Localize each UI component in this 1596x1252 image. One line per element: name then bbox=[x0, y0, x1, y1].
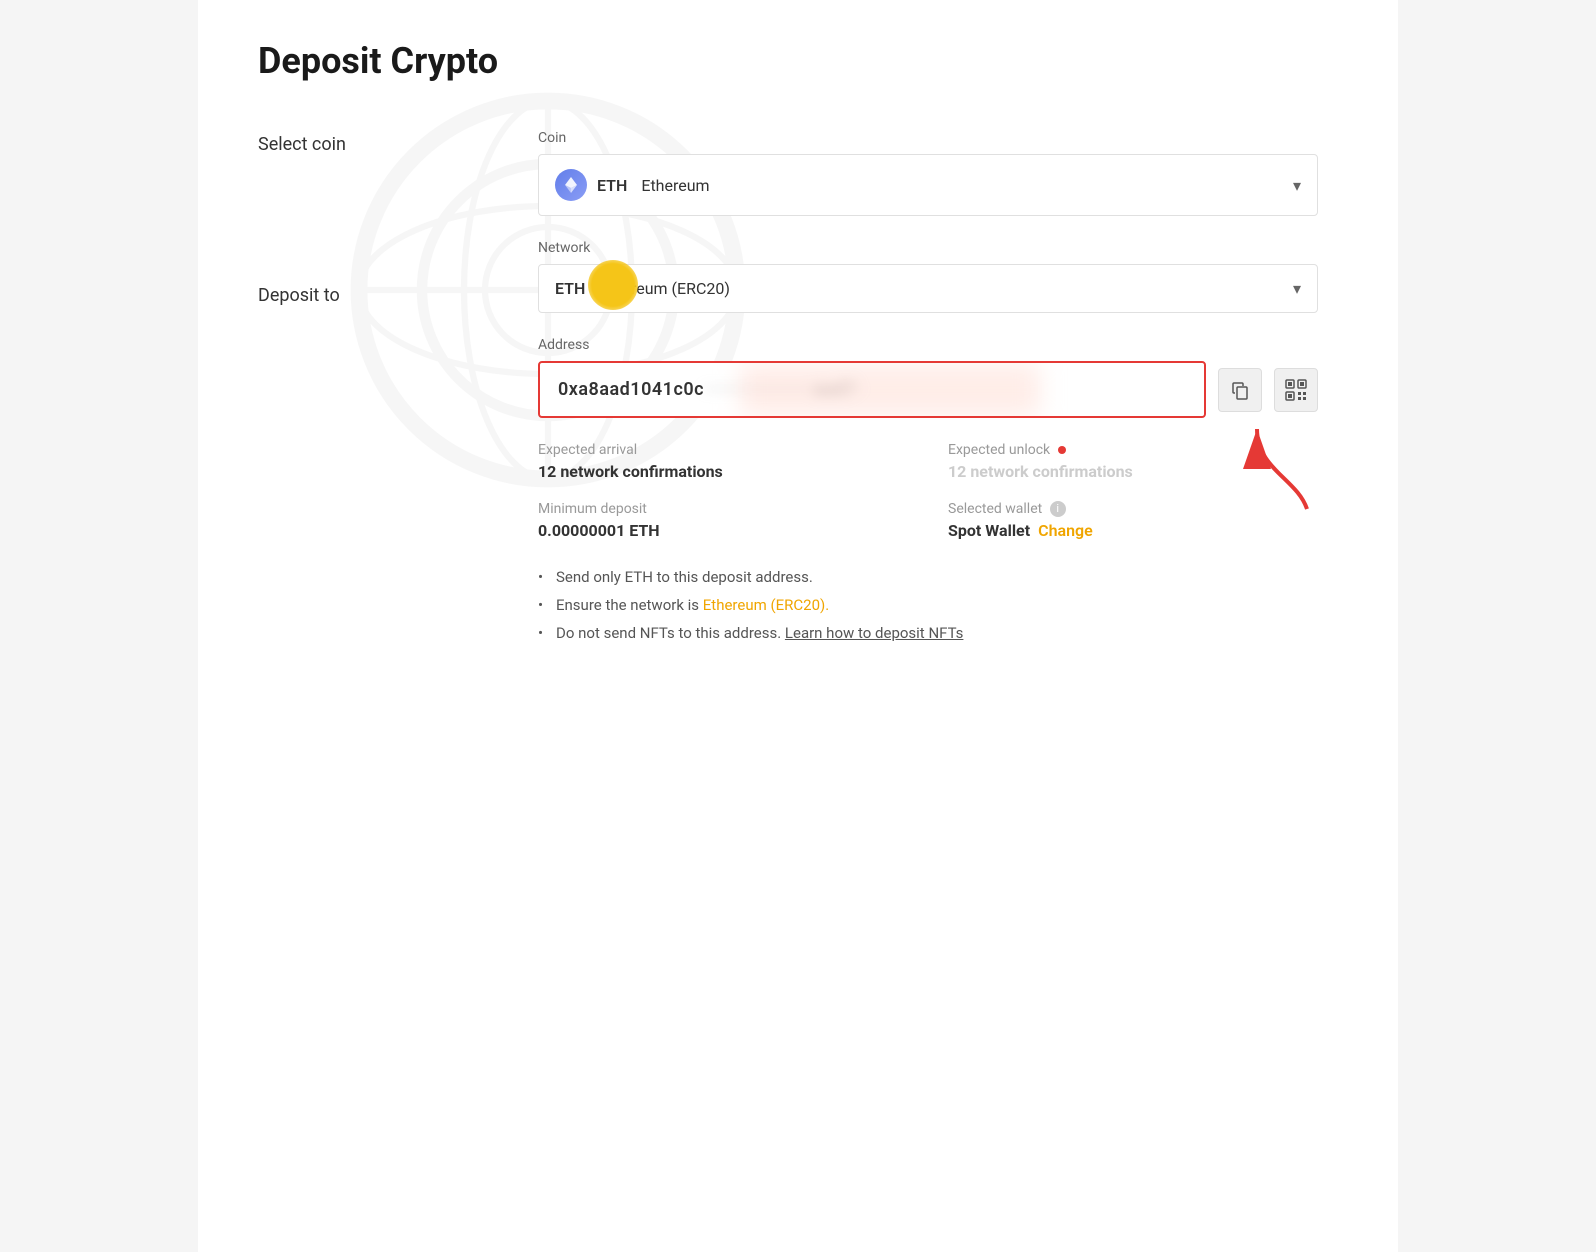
wallet-value: Spot Wallet bbox=[948, 521, 1030, 540]
copy-button[interactable] bbox=[1218, 368, 1262, 412]
deposit-to-label: Deposit to bbox=[258, 285, 538, 306]
coin-select-wrapper: ETH Ethereum ▾ bbox=[538, 154, 1318, 216]
network-select-left: ETH Ethereum (ERC20) bbox=[555, 279, 730, 298]
expected-arrival-value: 12 network confirmations bbox=[538, 462, 908, 481]
notes-list: Send only ETH to this deposit address. E… bbox=[538, 568, 1318, 642]
coin-select-left: ETH Ethereum bbox=[555, 169, 710, 201]
info-grid: Expected arrival 12 network confirmation… bbox=[538, 442, 1318, 540]
expected-arrival-item: Expected arrival 12 network confirmation… bbox=[538, 442, 908, 481]
page-title: Deposit Crypto bbox=[258, 40, 1338, 82]
minimum-deposit-label: Minimum deposit bbox=[538, 501, 908, 517]
network-chevron-icon: ▾ bbox=[1293, 279, 1301, 298]
change-wallet-link[interactable]: Change bbox=[1038, 521, 1093, 540]
network-field-group: Network ETH Ethereum (ERC20) ▾ bbox=[538, 240, 1318, 313]
address-box: 0xa8aad1041c0c···················aad7· bbox=[538, 361, 1206, 418]
coin-field-group: Coin ETH Ethereum bbox=[538, 130, 1318, 216]
minimum-deposit-item: Minimum deposit 0.00000001 ETH bbox=[538, 501, 908, 540]
note-1-text: Send only ETH to this deposit address. bbox=[556, 568, 813, 586]
note-2-text: Ensure the network is Ethereum (ERC20). bbox=[556, 596, 829, 614]
address-section: Address 0xa8aad1041c0c··················… bbox=[538, 337, 1318, 418]
expected-unlock-item: Expected unlock 12 network confirmations bbox=[948, 442, 1318, 481]
page-container: Deposit Crypto Select coin Deposit to Co… bbox=[198, 0, 1398, 1252]
qr-button[interactable] bbox=[1274, 368, 1318, 412]
form-fields: Coin ETH Ethereum bbox=[538, 130, 1318, 652]
expected-unlock-label: Expected unlock bbox=[948, 442, 1318, 458]
expected-arrival-label: Expected arrival bbox=[538, 442, 908, 458]
expected-unlock-value: 12 network confirmations bbox=[948, 462, 1318, 481]
minimum-deposit-value: 0.00000001 ETH bbox=[538, 521, 908, 540]
address-row: 0xa8aad1041c0c···················aad7· bbox=[538, 361, 1318, 418]
note-2: Ensure the network is Ethereum (ERC20). bbox=[538, 596, 1318, 614]
note-3-text: Do not send NFTs to this address. Learn … bbox=[556, 624, 963, 642]
address-value: 0xa8aad1041c0c bbox=[558, 379, 704, 400]
address-blurred: ···················aad7· bbox=[704, 379, 861, 400]
selected-wallet-label: Selected wallet i bbox=[948, 501, 1318, 517]
eth-coin-icon bbox=[555, 169, 587, 201]
red-dot-indicator bbox=[1058, 446, 1066, 454]
note-2-highlight: Ethereum (ERC20). bbox=[703, 596, 829, 614]
info-icon[interactable]: i bbox=[1050, 501, 1066, 517]
select-coin-label: Select coin bbox=[258, 134, 538, 155]
selected-wallet-row: Spot Wallet Change bbox=[948, 521, 1318, 540]
note-3: Do not send NFTs to this address. Learn … bbox=[538, 624, 1318, 642]
network-name: Ethereum (ERC20) bbox=[599, 279, 730, 298]
coin-select[interactable]: ETH Ethereum ▾ bbox=[538, 154, 1318, 216]
coin-chevron-icon: ▾ bbox=[1293, 176, 1301, 195]
network-ticker: ETH bbox=[555, 279, 585, 298]
note-1: Send only ETH to this deposit address. bbox=[538, 568, 1318, 586]
section-labels: Select coin Deposit to bbox=[258, 130, 538, 652]
network-field-label: Network bbox=[538, 240, 1318, 256]
coin-ticker: ETH bbox=[597, 176, 627, 195]
network-select-wrapper: ETH Ethereum (ERC20) ▾ bbox=[538, 264, 1318, 313]
selected-wallet-item: Selected wallet i Spot Wallet Change bbox=[948, 501, 1318, 540]
form-section: Select coin Deposit to Coin bbox=[258, 130, 1338, 652]
learn-nft-link[interactable]: Learn how to deposit NFTs bbox=[785, 624, 964, 642]
address-field-label: Address bbox=[538, 337, 1318, 353]
network-select[interactable]: ETH Ethereum (ERC20) ▾ bbox=[538, 264, 1318, 313]
coin-field-label: Coin bbox=[538, 130, 1318, 146]
coin-name: Ethereum bbox=[641, 176, 709, 195]
